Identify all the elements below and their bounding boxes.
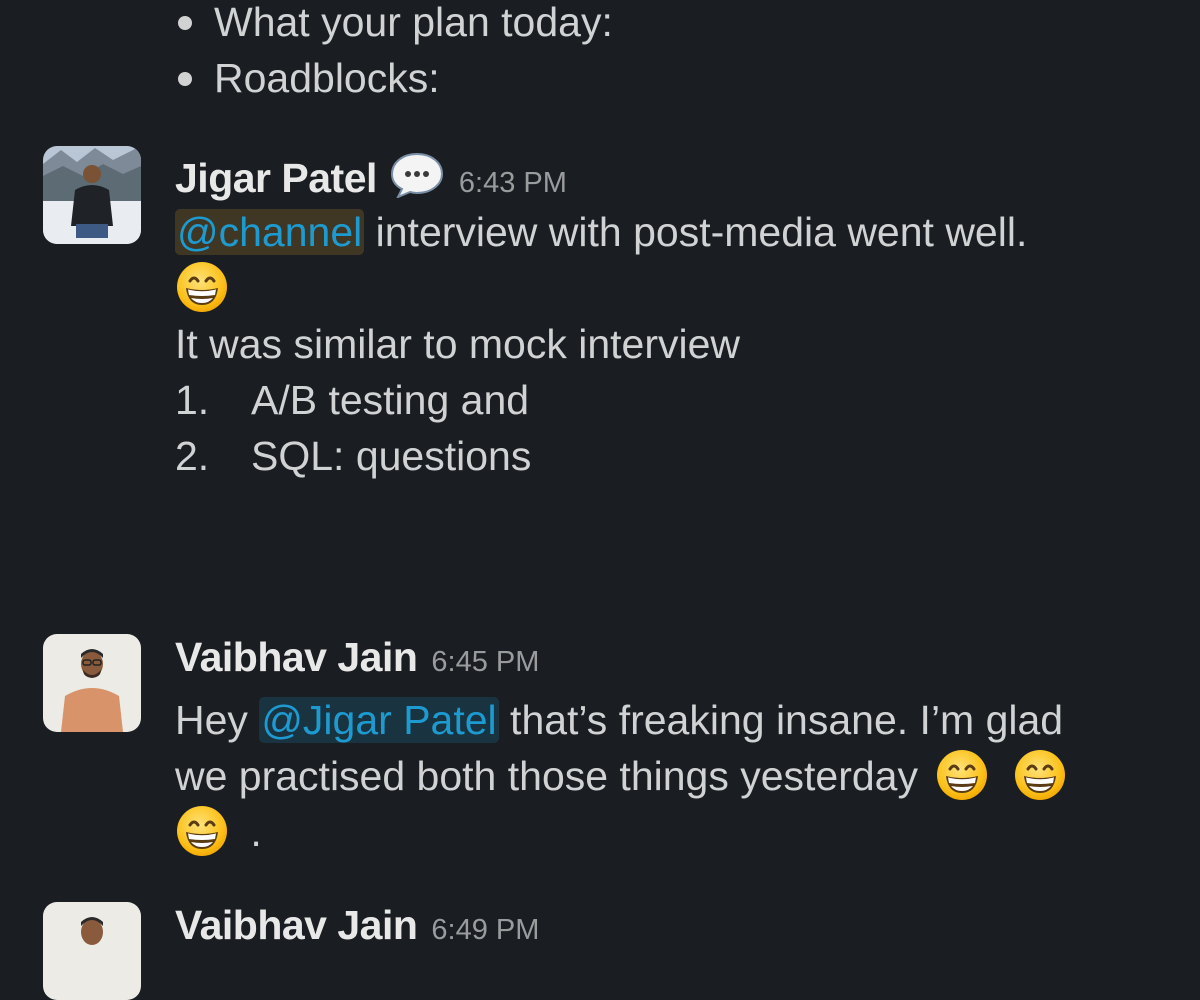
message-text: Hey [175,697,260,743]
message-line: @channel interview with post-media went … [175,204,1165,260]
grinning-face-icon [175,260,229,314]
message-text: It was similar to mock interview [175,321,741,367]
message-body: Jigar Patel 6:43 PM @channel interview w… [175,146,1165,484]
avatar[interactable] [43,902,141,1000]
message-header: Vaibhav Jain 6:49 PM [175,902,1165,960]
message-body: Vaibhav Jain 6:45 PM Hey @Jigar Patel th… [175,634,1165,860]
message-line: we practised both those things yesterday [175,748,1165,804]
message-text: we practised both those things yesterday [175,753,918,799]
message-line: . [175,804,1165,860]
list-item: 2. SQL: questions [175,428,1165,484]
bullet-text: What your plan today: [214,0,613,45]
list-number: 2. [175,433,210,479]
bullet-dot-icon [178,72,192,86]
message-line: Hey @Jigar Patel that’s freaking insane.… [175,692,1165,748]
user-mention[interactable]: @Jigar Patel [259,697,499,743]
message-header: Jigar Patel 6:43 PM [175,146,1165,204]
message-header: Vaibhav Jain 6:45 PM [175,634,1165,692]
message-text: . [250,809,262,855]
sender-name[interactable]: Vaibhav Jain [175,902,418,949]
avatar[interactable] [43,146,141,244]
list-item: 1. A/B testing and [175,372,1165,428]
grinning-face-icon [935,748,989,802]
message-text: interview with post-media went well. [364,209,1028,255]
list-text: A/B testing and [251,377,530,423]
avatar-photo-icon [43,902,141,1000]
message-line [175,260,1165,316]
message-body: Vaibhav Jain 6:49 PM [175,902,1165,960]
speech-bubble-icon[interactable] [389,152,445,199]
avatar-photo-icon [43,634,141,732]
standup-template-bullets: What your plan today: Roadblocks: [176,0,613,106]
sender-name[interactable]: Vaibhav Jain [175,634,418,681]
list-number: 1. [175,377,210,423]
bullet-dot-icon [178,16,192,30]
sender-name[interactable]: Jigar Patel [175,155,377,202]
avatar[interactable] [43,634,141,732]
grinning-face-icon [1013,748,1067,802]
avatar-photo-icon [43,146,141,244]
bullet-text: Roadblocks: [214,55,440,101]
list-text: SQL: questions [251,433,532,479]
channel-mention[interactable]: @channel [175,209,365,255]
bullet-item: Roadblocks: [176,50,613,106]
numbered-list: 1. A/B testing and 2. SQL: questions [175,372,1165,484]
bullet-item: What your plan today: [176,0,613,50]
message-text: that’s freaking insane. I’m glad [498,697,1064,743]
message-timestamp[interactable]: 6:45 PM [431,646,539,679]
grinning-face-icon [175,804,229,858]
message-timestamp[interactable]: 6:43 PM [459,167,567,200]
